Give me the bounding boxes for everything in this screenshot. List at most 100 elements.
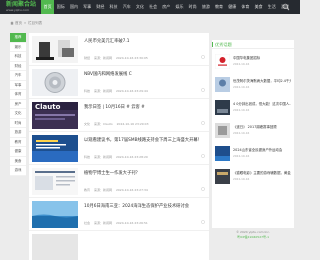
- article-date: 2024-10-16 23:26:51: [115, 221, 148, 225]
- category-item[interactable]: 娱乐: [10, 43, 26, 52]
- article-category[interactable]: 教育: [84, 188, 90, 192]
- article-item[interactable]: 人民币兑美元汇率破7.1 财经 来源：新闻网 2024-10-16 23:30:…: [29, 33, 209, 66]
- topic-title[interactable]: 《逐日》 2017巅峰赛事回顾: [233, 124, 291, 129]
- nav-item[interactable]: 财经: [94, 0, 107, 14]
- topic-thumbnail[interactable]: [215, 123, 230, 138]
- comment-icon[interactable]: [201, 121, 205, 125]
- nav-item[interactable]: 房产: [160, 0, 173, 14]
- topic-thumbnail[interactable]: [215, 100, 230, 115]
- footer-icp-link[interactable]: 粤ICP备19040527号-1: [212, 235, 294, 240]
- article-item[interactable]: 以观看建议书，第17届SMB线路支持会下周三上海盛大开幕！ 科技 来源：新闻网 …: [29, 132, 209, 165]
- category-item[interactable]: 游戏: [10, 166, 26, 176]
- article-category[interactable]: 财经: [84, 56, 90, 60]
- article-item[interactable]: Clauto 我示日签 | 10月16日 # 云客 # 文化 来源：Clauto…: [29, 99, 209, 132]
- nav-item[interactable]: 科技: [107, 0, 120, 14]
- search-icon[interactable]: [282, 3, 290, 11]
- category-item[interactable]: 健康: [10, 147, 26, 157]
- comment-icon[interactable]: [201, 187, 205, 191]
- article-thumbnail[interactable]: [32, 168, 78, 195]
- nav-item[interactable]: 军事: [81, 0, 94, 14]
- article-meta: 科技 来源：新闻网 2024-10-16 23:28:20: [84, 155, 151, 159]
- category-item[interactable]: 教育: [10, 138, 26, 147]
- article-thumbnail[interactable]: [32, 234, 78, 260]
- topic-item[interactable]: 《逐日》 2017巅峰赛事回顾 2024-10-16: [215, 121, 292, 143]
- nav-item[interactable]: 体育: [239, 0, 252, 14]
- category-item[interactable]: 汽车: [10, 71, 26, 81]
- category-item[interactable]: 时尚: [10, 119, 26, 128]
- topic-text: 4 0分钟出钱成，恒大能！这次中国人... 2024-10-16: [233, 101, 291, 112]
- topic-thumbnail[interactable]: [215, 77, 230, 92]
- article-title[interactable]: NBV国内和网络发展线 C: [84, 71, 204, 77]
- article-item[interactable]: 植物学博士生一作发大子刊？ 教育 来源：新闻网 2024-10-16 23:27…: [29, 165, 209, 198]
- category-item[interactable]: 旅游: [10, 128, 26, 138]
- comment-icon[interactable]: [201, 88, 205, 92]
- article-title[interactable]: 以观看建议书，第17届SMB线路支持会下周三上海盛大开幕！: [84, 137, 204, 143]
- topic-text: 中国华电集团招标 2024-10-16: [233, 55, 291, 66]
- nav-item[interactable]: 旅游: [199, 0, 212, 14]
- nav-item[interactable]: 时尚: [186, 0, 199, 14]
- article-thumbnail[interactable]: [32, 69, 78, 96]
- topic-title[interactable]: 中国华电集团招标: [233, 55, 291, 60]
- nav-item[interactable]: 生活: [265, 0, 278, 14]
- nav-item[interactable]: 社会: [147, 0, 160, 14]
- nav-item[interactable]: 美食: [252, 0, 265, 14]
- article-category[interactable]: 科技: [84, 89, 90, 93]
- article-title[interactable]: 植物学博士生一作发大子刊？: [84, 170, 204, 176]
- svg-text:Clauto: Clauto: [35, 103, 61, 111]
- article-thumbnail[interactable]: Clauto: [32, 102, 78, 129]
- topic-title[interactable]: 4 0分钟出钱成，恒大能！这次中国人...: [233, 101, 291, 106]
- nav-item[interactable]: 健康: [226, 0, 239, 14]
- category-item[interactable]: 科技: [10, 52, 26, 62]
- article-thumbnail[interactable]: [32, 135, 78, 162]
- category-item[interactable]: 军事: [10, 81, 26, 90]
- category-item[interactable]: 房产: [10, 100, 26, 109]
- topic-item[interactable]: 4 0分钟出钱成，恒大能！这次中国人... 2024-10-16: [215, 98, 292, 120]
- article-title[interactable]: 10月6日海南三亚：2024海洋生态保护产业技术研讨会: [84, 203, 204, 209]
- comment-icon[interactable]: [201, 55, 205, 59]
- topic-thumbnail[interactable]: [215, 54, 230, 69]
- nav-item[interactable]: 文化: [133, 0, 146, 14]
- article-date: 2024-10-16 23:29:44: [115, 89, 148, 93]
- nav-item[interactable]: 国内: [67, 0, 80, 14]
- category-item[interactable]: 体育: [10, 90, 26, 100]
- article-item-partial[interactable]: [29, 231, 209, 260]
- article-category[interactable]: 社会: [84, 221, 90, 225]
- site-logo[interactable]: 新闻聚合站 www.yiptu.com: [6, 2, 36, 13]
- nav-item[interactable]: 国际: [54, 0, 67, 14]
- article-category[interactable]: 文化: [84, 122, 90, 126]
- breadcrumb: 首页 » 栏目列表: [10, 20, 42, 26]
- nav-item[interactable]: 教育: [212, 0, 225, 14]
- article-meta: 社会 来源：新闻网 2024-10-16 23:26:51: [84, 221, 151, 225]
- topic-thumbnail[interactable]: [215, 146, 230, 161]
- topic-title[interactable]: 《猫眼电影》主要的游戏辅数据，黄金周票房发力: [233, 170, 291, 175]
- comment-icon[interactable]: [201, 154, 205, 158]
- article-title[interactable]: 我示日签 | 10月16日 # 云客 #: [84, 104, 204, 110]
- topic-item[interactable]: 2024山东省全民健身户外运动会 2024-10-16: [215, 144, 292, 166]
- site-footer: © 2024 yiptu.com Inc. 粤ICP备19040527号-1: [212, 230, 294, 260]
- category-item[interactable]: 美食: [10, 157, 26, 166]
- nav-item[interactable]: 汽车: [120, 0, 133, 14]
- category-item[interactable]: 推荐: [10, 33, 26, 43]
- topic-text: 《猫眼电影》主要的游戏辅数据，黄金周票房发力 2024-10-16: [233, 170, 291, 181]
- topic-date: 2024-10-16: [233, 62, 250, 66]
- site-url: www.yiptu.com: [6, 8, 29, 12]
- topic-title[interactable]: 世茂阿尔茨海默病大数据，平均2.4千元？: [233, 78, 291, 83]
- nav-item-home[interactable]: 首页: [41, 0, 55, 14]
- topic-item[interactable]: 中国华电集团招标 2024-10-16: [215, 52, 292, 74]
- topic-date: 2024-10-16: [233, 177, 250, 181]
- comment-icon[interactable]: [201, 220, 205, 224]
- article-item[interactable]: 10月6日海南三亚：2024海洋生态保护产业技术研讨会 社会 来源：新闻网 20…: [29, 198, 209, 231]
- nav-item[interactable]: 娱乐: [173, 0, 186, 14]
- topic-title[interactable]: 2024山东省全民健身户外运动会: [233, 147, 291, 152]
- topic-thumbnail[interactable]: [215, 169, 230, 184]
- article-thumbnail[interactable]: [32, 201, 78, 228]
- category-item[interactable]: 文化: [10, 109, 26, 119]
- article-category[interactable]: 科技: [84, 155, 90, 159]
- topic-item[interactable]: 《猫眼电影》主要的游戏辅数据，黄金周票房发力 2024-10-16: [215, 167, 292, 189]
- category-item[interactable]: 财经: [10, 62, 26, 71]
- breadcrumb-home[interactable]: 首页: [15, 21, 22, 26]
- article-thumbnail[interactable]: [32, 36, 78, 63]
- article-title[interactable]: 人民币兑美元汇率破7.1: [84, 38, 204, 44]
- article-item[interactable]: NBV国内和网络发展线 C 科技 来源：新闻网 2024-10-16 23:29…: [29, 66, 209, 99]
- topic-item[interactable]: 世茂阿尔茨海默病大数据，平均2.4千元？ 2024-10-16: [215, 75, 292, 97]
